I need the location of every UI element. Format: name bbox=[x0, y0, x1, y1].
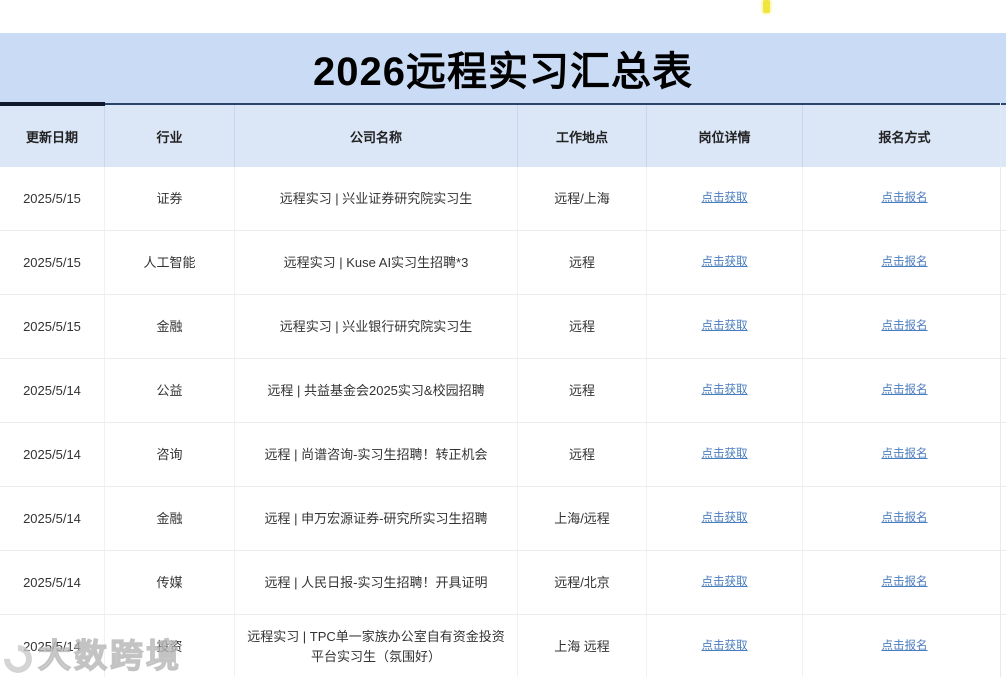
cell-industry: 咨询 bbox=[105, 423, 235, 486]
cell-company: 远程 | 尚谱咨询-实习生招聘！转正机会 bbox=[235, 423, 518, 486]
cell-company: 远程实习 | TPC单一家族办公室自有资金投资平台实习生（氛围好） bbox=[235, 615, 518, 677]
top-whitespace bbox=[0, 0, 1006, 33]
table-row: 2025/5/15 人工智能 远程实习 | Kuse AI实习生招聘*3 远程 … bbox=[0, 231, 1006, 295]
details-link[interactable]: 点击获取 bbox=[702, 318, 748, 335]
apply-link[interactable]: 点击报名 bbox=[882, 318, 928, 335]
cell-industry: 证券 bbox=[105, 167, 235, 230]
column-header-company: 公司名称 bbox=[235, 105, 518, 167]
details-link[interactable]: 点击获取 bbox=[702, 254, 748, 271]
column-header-details: 岗位详情 bbox=[647, 105, 803, 167]
page-title: 2026远程实习汇总表 bbox=[313, 39, 693, 97]
table-row: 2025/5/15 证券 远程实习 | 兴业证券研究院实习生 远程/上海 点击获… bbox=[0, 167, 1006, 231]
table-row: 2025/5/15 金融 远程实习 | 兴业银行研究院实习生 远程 点击获取 点… bbox=[0, 295, 1006, 359]
details-link[interactable]: 点击获取 bbox=[702, 190, 748, 207]
cell-company: 远程实习 | 兴业证券研究院实习生 bbox=[235, 167, 518, 230]
details-link[interactable]: 点击获取 bbox=[702, 382, 748, 399]
screenshot-root: 2026远程实习汇总表 更新日期 行业 公司名称 工作地点 岗位详情 报名方式 … bbox=[0, 0, 1006, 677]
cell-date: 2025/5/14 bbox=[0, 615, 105, 677]
table-row: 2025/5/14 金融 远程 | 申万宏源证券-研究所实习生招聘 上海/远程 … bbox=[0, 487, 1006, 551]
cell-location: 远程 bbox=[518, 295, 647, 358]
details-link[interactable]: 点击获取 bbox=[702, 638, 748, 655]
cell-industry: 人工智能 bbox=[105, 231, 235, 294]
cell-location: 远程 bbox=[518, 231, 647, 294]
cell-date: 2025/5/14 bbox=[0, 487, 105, 550]
column-header-location: 工作地点 bbox=[518, 105, 647, 167]
cell-date: 2025/5/15 bbox=[0, 231, 105, 294]
cell-company: 远程 | 共益基金会2025实习&校园招聘 bbox=[235, 359, 518, 422]
cell-industry: 金融 bbox=[105, 487, 235, 550]
cell-company: 远程实习 | Kuse AI实习生招聘*3 bbox=[235, 231, 518, 294]
apply-link[interactable]: 点击报名 bbox=[882, 510, 928, 527]
cell-date: 2025/5/14 bbox=[0, 423, 105, 486]
cell-industry: 金融 bbox=[105, 295, 235, 358]
cell-date: 2025/5/14 bbox=[0, 551, 105, 614]
column-header-update-date: 更新日期 bbox=[0, 105, 105, 167]
apply-link[interactable]: 点击报名 bbox=[882, 190, 928, 207]
cell-location: 远程/北京 bbox=[518, 551, 647, 614]
apply-link[interactable]: 点击报名 bbox=[882, 446, 928, 463]
cell-date: 2025/5/15 bbox=[0, 295, 105, 358]
cell-location: 上海 远程 bbox=[518, 615, 647, 677]
cell-company: 远程 | 申万宏源证券-研究所实习生招聘 bbox=[235, 487, 518, 550]
cell-company: 远程 | 人民日报-实习生招聘！开具证明 bbox=[235, 551, 518, 614]
apply-link[interactable]: 点击报名 bbox=[882, 638, 928, 655]
details-link[interactable]: 点击获取 bbox=[702, 574, 748, 591]
column-header-industry: 行业 bbox=[105, 105, 235, 167]
cell-company: 远程实习 | 兴业银行研究院实习生 bbox=[235, 295, 518, 358]
table-title-banner: 2026远程实习汇总表 bbox=[0, 33, 1006, 103]
details-link[interactable]: 点击获取 bbox=[702, 510, 748, 527]
table-row: 2025/5/14 传媒 远程 | 人民日报-实习生招聘！开具证明 远程/北京 … bbox=[0, 551, 1006, 615]
cell-location: 远程 bbox=[518, 359, 647, 422]
cell-location: 远程 bbox=[518, 423, 647, 486]
cell-location: 上海/远程 bbox=[518, 487, 647, 550]
table-header-row: 更新日期 行业 公司名称 工作地点 岗位详情 报名方式 bbox=[0, 103, 1006, 167]
apply-link[interactable]: 点击报名 bbox=[882, 382, 928, 399]
cell-date: 2025/5/15 bbox=[0, 167, 105, 230]
table-row: 2025/5/14 公益 远程 | 共益基金会2025实习&校园招聘 远程 点击… bbox=[0, 359, 1006, 423]
table-row: 2025/5/14 投资 远程实习 | TPC单一家族办公室自有资金投资平台实习… bbox=[0, 615, 1006, 677]
yellow-cursor-mark bbox=[763, 0, 770, 13]
column-header-apply: 报名方式 bbox=[803, 105, 1006, 167]
cell-industry: 公益 bbox=[105, 359, 235, 422]
apply-link[interactable]: 点击报名 bbox=[882, 254, 928, 271]
apply-link[interactable]: 点击报名 bbox=[882, 574, 928, 591]
details-link[interactable]: 点击获取 bbox=[702, 446, 748, 463]
cell-location: 远程/上海 bbox=[518, 167, 647, 230]
table-row: 2025/5/14 咨询 远程 | 尚谱咨询-实习生招聘！转正机会 远程 点击获… bbox=[0, 423, 1006, 487]
cell-date: 2025/5/14 bbox=[0, 359, 105, 422]
cell-industry: 投资 bbox=[105, 615, 235, 677]
cell-industry: 传媒 bbox=[105, 551, 235, 614]
